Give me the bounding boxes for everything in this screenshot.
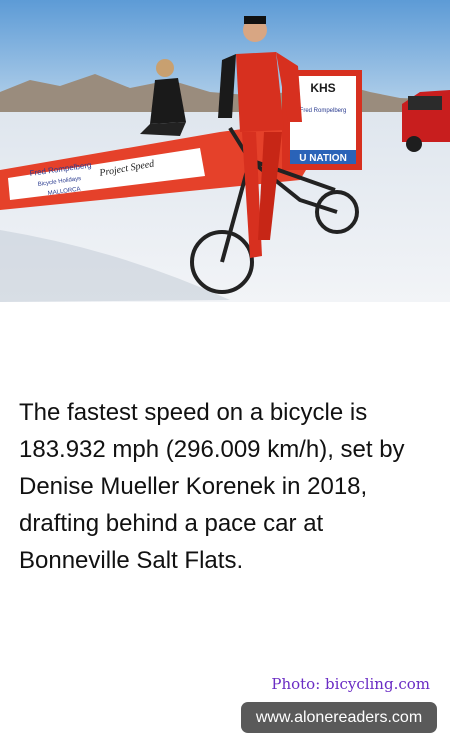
salt-flats-scene: Fred Rompelberg Bicycle Holidays MALLORC… — [0, 0, 450, 302]
sign-sponsor-text: Fred Rompelberg — [300, 108, 347, 114]
photo-credit: Photo: bicycling.com — [271, 675, 430, 693]
fact-text: The fastest speed on a bicycle is 183.93… — [19, 399, 405, 574]
site-badge[interactable]: www.alonereaders.com — [241, 702, 437, 733]
sign-banner-text: KHS — [310, 81, 335, 95]
hero-photo: Fred Rompelberg Bicycle Holidays MALLORC… — [0, 0, 450, 302]
sign-footer-text: U NATION — [299, 153, 347, 164]
